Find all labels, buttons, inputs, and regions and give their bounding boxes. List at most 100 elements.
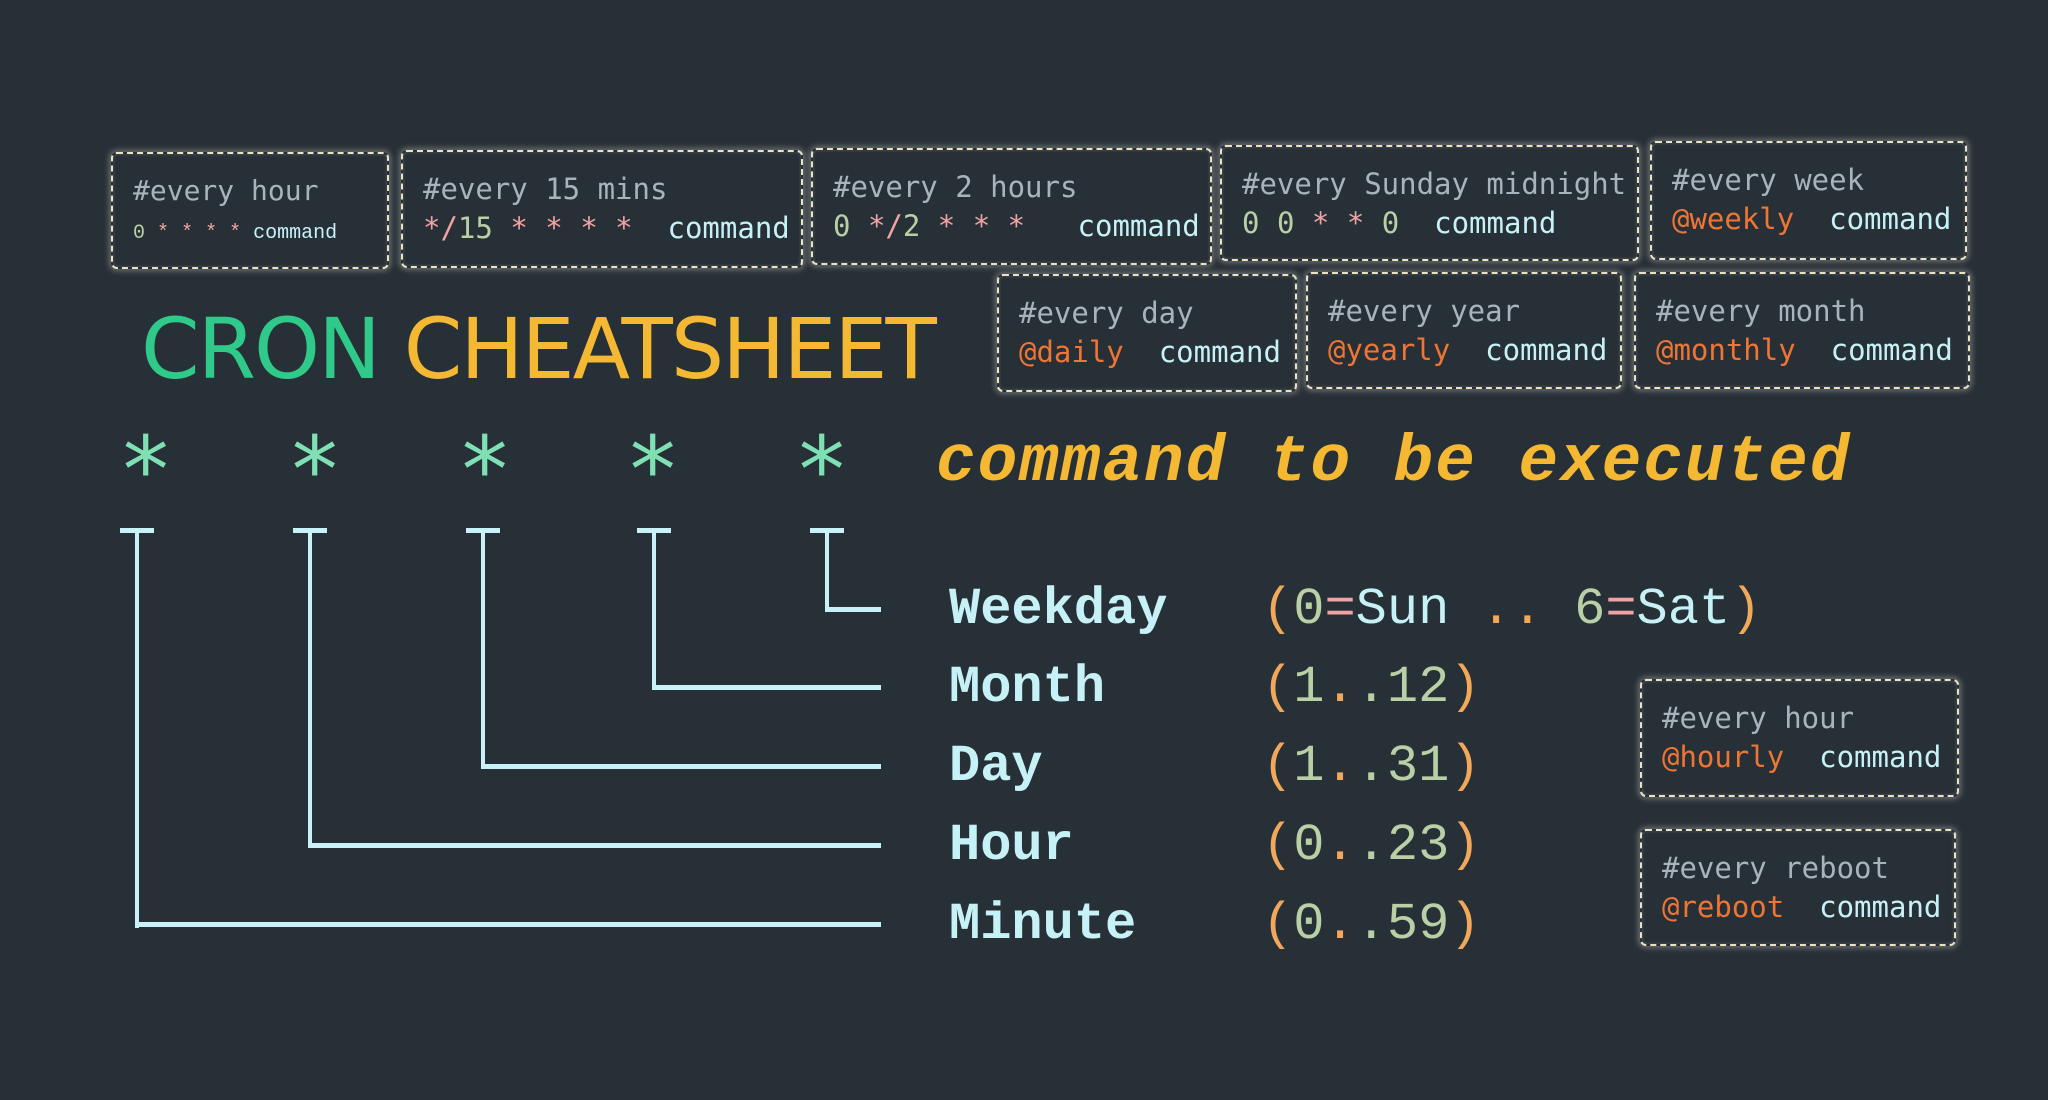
cron-wildcard: * [181,222,194,245]
cron-wildcard: * [229,222,242,245]
cron-keyword: @hourly [1662,740,1785,774]
example-expression: */15 * * * * command [423,211,790,245]
tree-line-weekday-vertical [825,528,829,612]
tree-line-day-vertical [481,528,485,768]
cron-wildcard: * [580,211,598,245]
tree-line-hour-horizontal [308,843,881,848]
range-end: 12 [1386,658,1450,717]
cron-keyword: @monthly [1656,333,1796,367]
cron-keyword: @weekly [1672,202,1795,236]
example-expression: @weekly command [1672,202,1951,236]
page-title: CRON CHEATSHEET [141,300,937,398]
range-start: 1 [1293,737,1325,796]
command-text: command [1077,209,1200,243]
range-open-paren: ( [1262,658,1294,717]
example-comment: #every hour [133,174,319,207]
field-label-weekday: Weekday [949,580,1168,639]
example-comment: #every day [1019,296,1194,330]
cron-keyword: @daily [1019,335,1124,369]
command-text: command [1819,740,1942,774]
tree-line-hour-vertical [308,528,312,848]
cron-wildcard: * [205,222,218,245]
range-equals: = [1605,580,1637,639]
range-end: 6 [1574,580,1606,639]
example-box-every-hour: #every hour 0 * * * * command [111,152,389,269]
cron-keyword: @yearly [1328,333,1451,367]
cron-number: 2 [902,209,921,243]
cron-wildcard: * [157,222,170,245]
range-dot: . [1355,816,1387,875]
command-text: command [1819,890,1942,924]
cron-wildcard: */ [423,211,458,245]
example-expression: @monthly command [1656,333,1953,367]
field-star-minute: * [118,417,174,524]
range-dot: . [1324,737,1356,796]
range-open-paren: ( [1262,895,1294,954]
example-comment: #every month [1656,294,1866,328]
field-label-month: Month [949,658,1106,717]
cron-wildcard: * [615,211,633,245]
range-close-paren: ) [1449,895,1481,954]
range-dot: . [1355,895,1387,954]
example-box-every-year: #every year @yearly command [1306,272,1622,389]
title-cheatsheet: CHEATSHEET [403,300,937,398]
example-comment: #every 15 mins [423,172,668,206]
command-to-be-executed: command to be executed [936,425,1852,500]
cron-wildcard: * [1311,206,1330,240]
range-start-name: Sun [1355,580,1450,639]
example-expression: @hourly command [1662,740,1941,774]
range-end: 31 [1386,737,1450,796]
cron-number: 0 [133,222,146,245]
cron-number: 15 [457,211,493,245]
command-text: command [1158,335,1281,369]
range-equals: = [1324,580,1356,639]
range-end: 59 [1386,895,1450,954]
command-text: command [1434,206,1557,240]
example-comment: #every 2 hours [833,170,1078,204]
example-expression: 0 0 * * 0 command [1242,206,1556,240]
example-box-every-day: #every day @daily command [997,274,1297,392]
command-text: command [1485,333,1608,367]
range-open-paren: ( [1262,737,1294,796]
cron-number: 0 [833,209,851,243]
range-close-paren: ) [1449,658,1481,717]
field-label-day: Day [949,737,1043,796]
range-dot: . [1355,658,1387,717]
example-box-every-sunday-midnight: #every Sunday midnight 0 0 * * 0 command [1220,145,1639,261]
range-open-paren: ( [1262,580,1294,639]
cron-number: 0 [1242,206,1260,240]
example-expression: @yearly command [1328,333,1607,367]
cron-wildcard: * [972,209,991,243]
tree-line-minute-vertical [135,528,139,928]
field-star-month: * [625,417,681,524]
example-box-every-15-mins: #every 15 mins */15 * * * * command [401,150,803,268]
range-dot: . [1355,737,1387,796]
range-start: 0 [1293,816,1325,875]
cron-wildcard: * [545,211,563,245]
field-range-day: (1..31) [1262,737,1481,797]
tree-line-day-horizontal [481,764,881,769]
title-cron: CRON [141,300,381,398]
field-range-hour: (0..23) [1262,816,1481,876]
cron-wildcard: * [1007,209,1026,243]
range-start: 1 [1293,658,1325,717]
field-star-hour: * [287,417,343,524]
